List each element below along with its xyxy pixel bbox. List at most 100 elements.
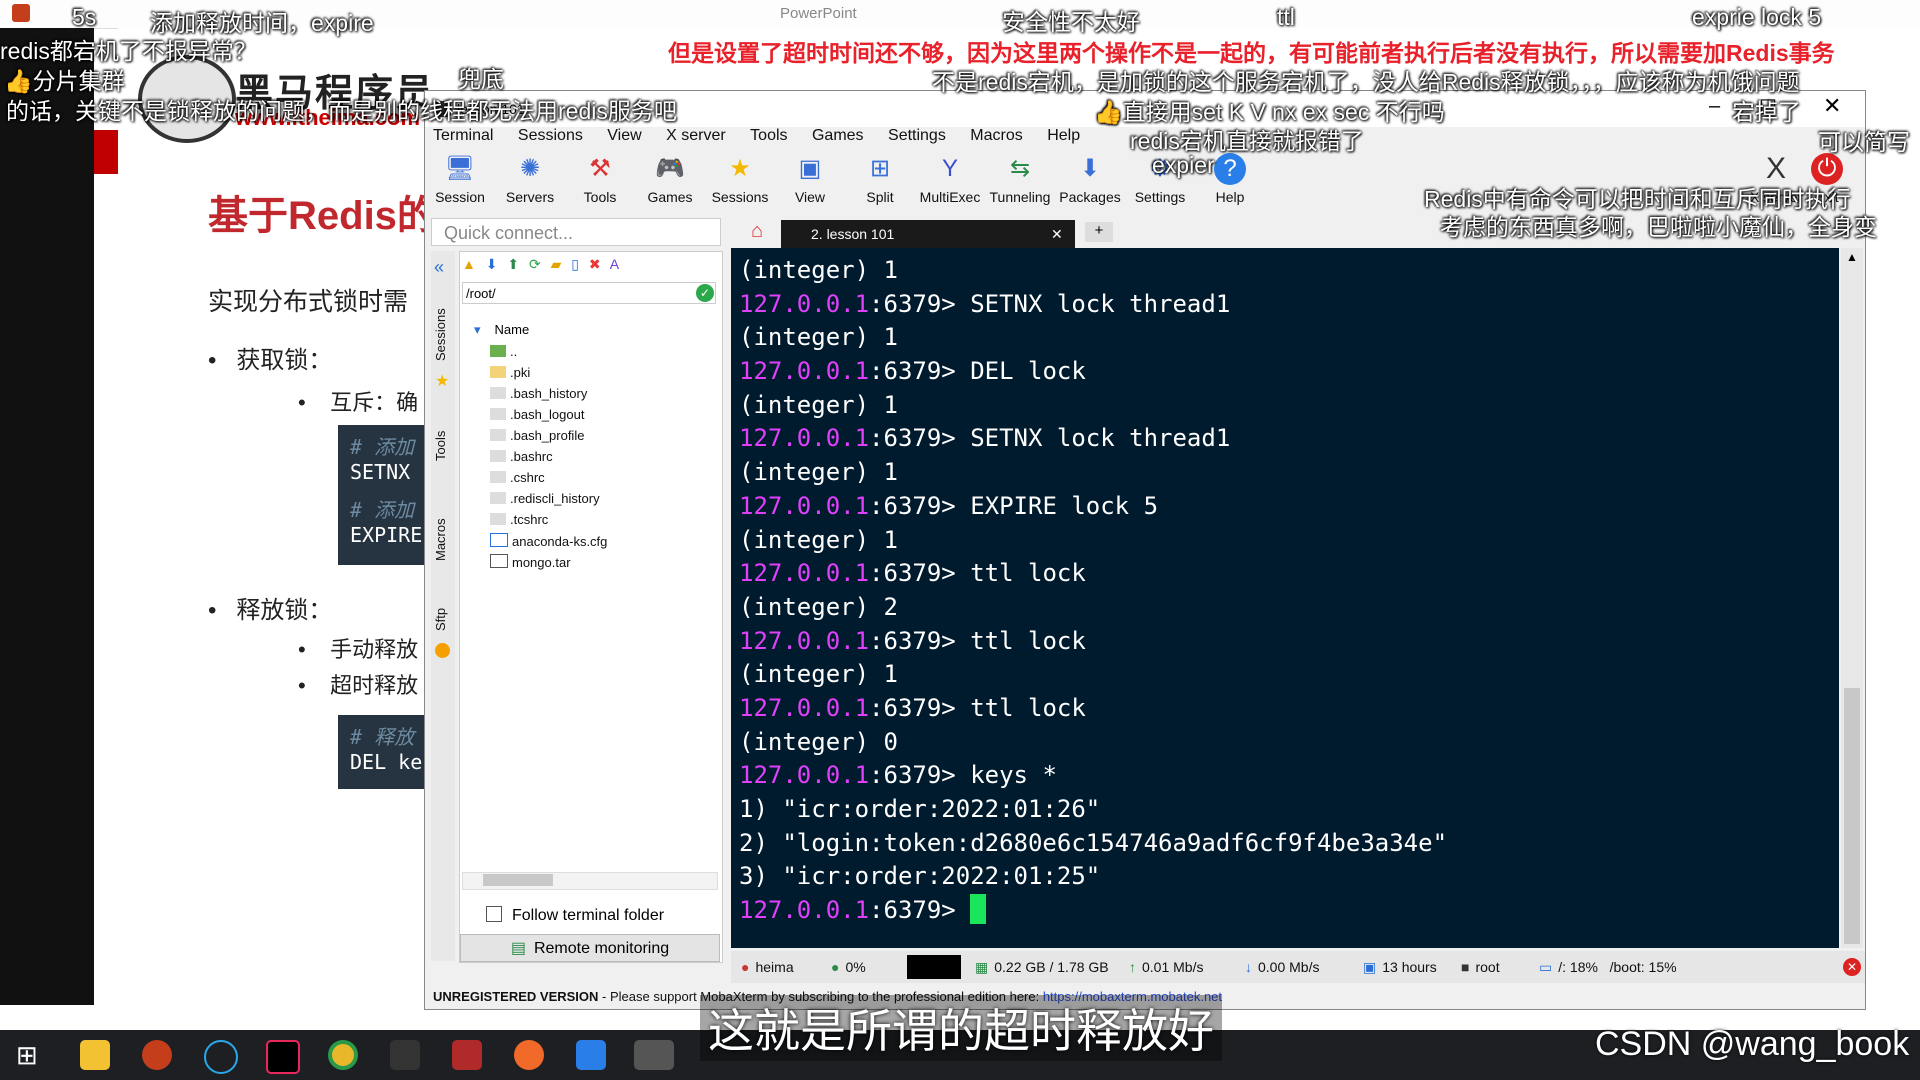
file-item[interactable]: .bashrc [490,449,553,464]
terminal-scrollbar[interactable]: ▲ [1841,248,1863,948]
browser-icon[interactable] [204,1040,238,1074]
postman-icon[interactable] [514,1040,544,1070]
toolbar-label: Tunneling [989,189,1051,205]
upload-arrow-icon: ↑ [1129,959,1136,975]
check-icon[interactable]: ✓ [696,284,714,302]
menu-sessions[interactable]: Sessions [518,127,583,145]
toolbar-tools-button[interactable]: ⚒ Tools [565,153,635,205]
file-item[interactable]: .bash_history [490,386,587,401]
refresh-icon[interactable]: ⟳ [529,256,541,272]
remote-monitoring-button[interactable]: ▤ Remote monitoring [460,934,720,962]
intellij-icon[interactable] [266,1040,300,1074]
file-icon [490,492,506,504]
redis-desktop-icon[interactable] [452,1040,482,1070]
home-icon[interactable]: ⌂ [739,220,775,246]
new-tab-icon[interactable]: + [1085,222,1113,242]
toolbar-tunneling-button[interactable]: ⇆ Tunneling [985,153,1055,205]
menu-terminal[interactable]: Terminal [433,127,493,145]
chrome-icon[interactable] [328,1040,358,1070]
bullet-release: • 释放锁： [208,597,333,624]
file-icon [490,408,506,420]
close-icon[interactable]: ✕ [1823,93,1841,119]
menu-games[interactable]: Games [812,127,864,145]
menu-tools[interactable]: Tools [750,127,787,145]
file-item[interactable]: anaconda-ks.cfg [490,533,607,549]
tab-lesson-101[interactable]: 2. lesson 101 ✕ [781,220,1075,248]
terminal-taskbar-icon[interactable] [390,1040,420,1070]
path-input[interactable]: /root/ [462,282,716,304]
ppt-title: PowerPoint [780,5,857,22]
collapse-icon[interactable]: « [434,257,444,278]
folder-icon [490,366,506,378]
scrollbar-thumb[interactable] [483,874,553,886]
file-name: .bashrc [510,449,553,464]
toolbar-session-button[interactable]: 🖥 Session [425,153,495,205]
toolbar-view-button[interactable]: ▣ View [775,153,845,205]
toolbar-servers-button[interactable]: ✺ Servers [495,153,565,205]
new-folder-icon[interactable]: ▰ [551,256,562,272]
menu-view[interactable]: View [607,127,641,145]
vtab-sftp[interactable]: Sftp [433,608,448,631]
terminal-line: (integer) 1 [731,254,1839,288]
gamepad-icon: 🎮 [655,155,685,182]
status-up-value: 0.01 Mb/s [1142,959,1204,975]
toolbar-multiexec-button[interactable]: Y MultiExec [915,153,985,205]
file-item[interactable]: .pki [490,365,530,380]
terminal-line: (integer) 0 [731,726,1839,760]
name-column-header[interactable]: ▾ Name [474,322,529,338]
toolbar-games-button[interactable]: 🎮 Games [635,153,705,205]
rename-icon[interactable]: A [610,256,619,272]
download-icon[interactable]: ⬇ [486,256,498,272]
windows-start-icon[interactable]: ⊞ [16,1040,46,1070]
file-item[interactable]: .rediscli_history [490,491,600,506]
monitor-chart-icon: ▤ [510,940,526,957]
terminal-text: :6379> keys * [869,761,1057,790]
toolbar-sessions-button[interactable]: ★ Sessions [705,153,775,205]
minimize-icon[interactable]: – [1709,95,1720,118]
tab-label: 2. lesson 101 [811,226,895,242]
status-user: ■ root [1461,959,1500,975]
mobaxterm-taskbar-icon[interactable] [634,1040,674,1070]
file-item[interactable]: mongo.tar [490,554,571,570]
horizontal-scrollbar[interactable] [462,872,718,890]
vtab-sessions[interactable]: Sessions [433,308,448,361]
terminal-text: :6379> SETNX lock thread1 [869,289,1231,318]
quick-connect-input[interactable]: Quick connect... [431,218,721,246]
menu-help[interactable]: Help [1047,127,1080,145]
file-item[interactable]: .bash_profile [490,428,584,443]
file-item[interactable]: .cshrc [490,470,545,485]
folder-up-icon[interactable]: ▲ [462,256,476,272]
tab-close-icon[interactable]: ✕ [1051,220,1063,248]
new-file-icon[interactable]: ▯ [571,256,579,272]
terminal-text: :6379> EXPIRE lock 5 [869,491,1159,520]
upload-icon[interactable]: ⬆ [507,256,519,272]
slide-intro: 实现分布式锁时需 [208,288,409,316]
file-item[interactable]: .tcshrc [490,512,548,527]
scroll-up-icon[interactable]: ▲ [1846,250,1858,264]
terminal-line: 3) "icr:order:2022:01:25" [731,860,1839,894]
vtab-tools[interactable]: Tools [433,431,448,461]
menu-settings[interactable]: Settings [888,127,946,145]
menu-macros[interactable]: Macros [970,127,1022,145]
terminal-text: (integer) 1 [739,256,898,284]
follow-terminal-checkbox[interactable]: Follow terminal folder [486,906,664,925]
file-item[interactable]: .. [490,344,517,359]
file-toolbar: ▲ ⬇ ⬆ ⟳ ▰ ▯ ✖ A [462,256,718,278]
file-explorer-icon[interactable] [80,1040,110,1070]
toolbar-packages-button[interactable]: ⬇ Packages [1055,153,1125,205]
delete-icon[interactable]: ✖ [589,256,601,272]
file-item[interactable]: .bash_logout [490,407,584,422]
acquire-sub: 互斥：确 [330,390,419,415]
vtab-macros[interactable]: Macros [433,518,448,561]
toolbar-split-button[interactable]: ⊞ Split [845,153,915,205]
terminal-line: (integer) 1 [731,658,1839,692]
terminal[interactable]: (integer) 1 127.0.0.1:6379> SETNX lock th… [731,248,1839,948]
thumbs-up-icon: 👍 [1094,99,1123,125]
powerpoint-taskbar-icon[interactable] [142,1040,172,1070]
vscode-icon[interactable] [576,1040,606,1070]
acquire-label: 获取锁： [236,347,333,374]
scrollbar-thumb[interactable] [1844,688,1860,944]
error-icon[interactable]: ✕ [1843,958,1861,976]
menu-xserver[interactable]: X server [666,127,726,145]
toolbar-label: Servers [505,189,555,205]
